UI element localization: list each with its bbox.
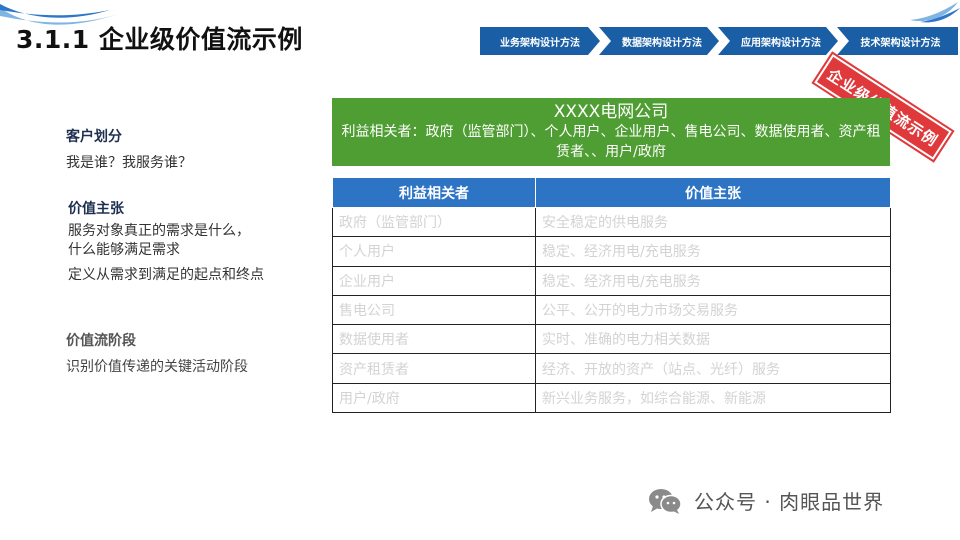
value-cell: 公平、公开的电力市场交易服务 [535,294,891,326]
value-section: 价值主张 服务对象真正的需求是什么， 什么能够满足需求 定义从需求到满足的起点和… [68,198,264,285]
value-cell: 安全稳定的供电服务 [535,206,891,238]
watermark: 公众号 · 肉眼品世界 [648,486,884,515]
stakeholders-text: 利益相关者：政府（监管部门）、个人用户、企业用户、售电公司、数据使用者、资产租赁… [341,124,881,160]
nav-step-data-architecture[interactable]: 数据架构设计方法 [599,27,719,55]
value-cell: 经济、开放的资产（站点、光纤）服务 [535,353,891,384]
stage-text: 识别价值传递的关键活动阶段 [66,359,248,375]
value-text-line-2: 什么能够满足需求 [68,242,180,258]
table-header-row: 利益相关者 价值主张 [332,177,891,208]
header-stakeholder: 利益相关者 [332,177,536,208]
table-row: 售电公司 公平、公开的电力市场交易服务 [332,294,891,326]
table-row: 企业用户 稳定、经济用电/充电服务 [332,265,891,296]
value-text-line-3: 定义从需求到满足的起点和终点 [68,267,264,283]
value-cell: 稳定、经济用电/充电服务 [535,236,891,267]
table-row: 用户/政府 新兴业务服务，如综合能源、新能源 [332,382,891,414]
nav-step-business-architecture[interactable]: 业务架构设计方法 [480,27,600,55]
stakeholder-cell: 数据使用者 [332,324,536,355]
company-box: XXXX电网公司 利益相关者：政府（监管部门）、个人用户、企业用户、售电公司、数… [332,98,890,166]
value-cell: 稳定、经济用电/充电服务 [535,265,891,296]
value-text-line-1: 服务对象真正的需求是什么， [68,223,250,239]
table-row: 个人用户 稳定、经济用电/充电服务 [332,236,891,267]
customer-heading: 客户划分 [66,129,122,145]
nav-step-technology-architecture[interactable]: 技术架构设计方法 [837,27,958,55]
value-heading: 价值主张 [68,201,124,217]
stakeholder-cell: 售电公司 [332,294,536,326]
table-row: 数据使用者 实时、准确的电力相关数据 [332,324,891,355]
watermark-text: 公众号 · 肉眼品世界 [694,490,885,514]
customer-text: 我是谁？我服务谁？ [66,155,192,171]
header-value-proposition: 价值主张 [535,177,891,208]
stakeholder-cell: 资产租赁者 [332,353,536,384]
header-swoosh-right [910,2,960,23]
slide-title: 3.1.1 企业级价值流示例 [16,25,303,54]
company-name: XXXX电网公司 [553,102,669,122]
stage-heading: 价值流阶段 [66,333,136,349]
value-cell: 实时、准确的电力相关数据 [535,324,891,355]
stakeholder-cell: 企业用户 [332,265,536,296]
stakeholder-cell: 用户/政府 [332,382,536,414]
table-row: 资产租赁者 经济、开放的资产（站点、光纤）服务 [332,353,891,384]
stakeholder-cell: 政府（监管部门） [332,206,536,238]
method-nav: 业务架构设计方法 数据架构设计方法 应用架构设计方法 技术架构设计方法 [480,27,958,55]
value-cell: 新兴业务服务，如综合能源、新能源 [535,382,891,414]
nav-step-application-architecture[interactable]: 应用架构设计方法 [718,27,838,55]
stage-section: 价值流阶段 识别价值传递的关键活动阶段 [66,330,248,377]
customer-section: 客户划分 我是谁？我服务谁？ [66,126,192,173]
value-table: 利益相关者 价值主张 政府（监管部门） 安全稳定的供电服务 个人用户 稳定、经济… [332,177,891,414]
stakeholder-cell: 个人用户 [332,236,536,267]
wechat-icon [649,488,682,514]
table-row: 政府（监管部门） 安全稳定的供电服务 [332,206,891,238]
